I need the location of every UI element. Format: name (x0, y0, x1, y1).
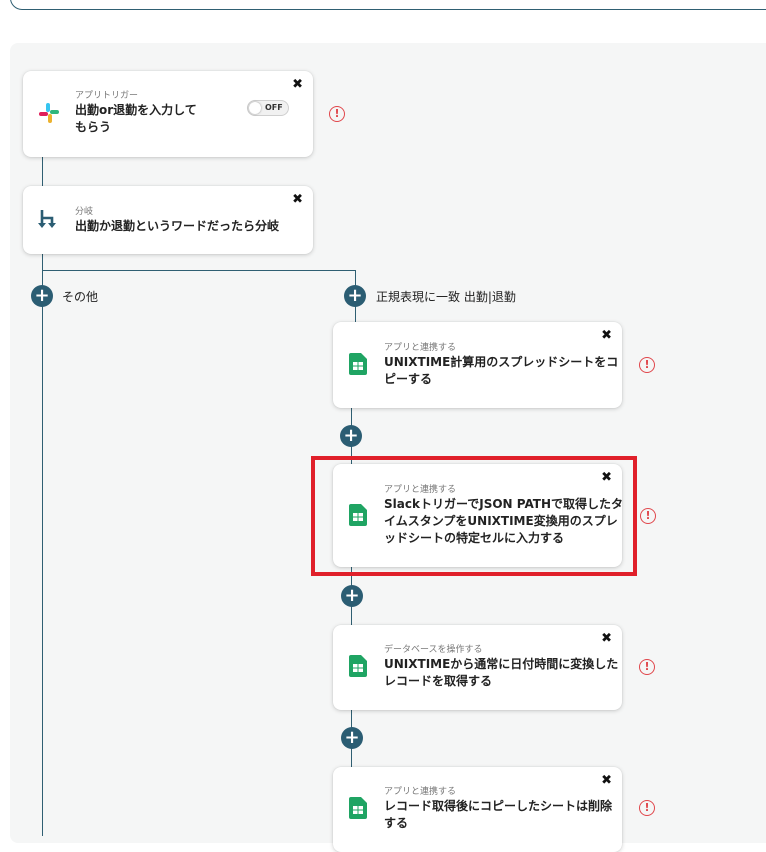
trigger-card[interactable]: アプリトリガー 出勤or退勤を入力して もらう OFF ✖ (23, 71, 313, 157)
branch-title: 出勤か退勤というワードだったら分岐 (75, 219, 280, 233)
branch-kind-label: 分岐 (75, 207, 94, 217)
highlight-box (311, 456, 637, 576)
close-icon[interactable]: ✖ (601, 632, 612, 645)
step-card-4[interactable]: アプリと連携する レコード取得後にコピーしたシートは削除 する ✖ (333, 767, 622, 852)
step-title: レコード取得後にコピーしたシートは削除 する (384, 799, 613, 830)
step-kind-label: アプリと連携する (384, 343, 457, 353)
trigger-title: 出勤or退勤を入力して もらう (75, 103, 197, 134)
top-panel-edge (10, 0, 766, 10)
step-title: UNIXTIME計算用のスプレッドシートをコ ピーする (384, 355, 619, 386)
toggle-knob (249, 102, 261, 114)
close-icon[interactable]: ✖ (601, 329, 612, 342)
step-title: UNIXTIMEから通常に日付時間に変換した レコードを取得する (384, 657, 619, 688)
step-kind-label: データベースを操作する (384, 645, 483, 655)
warning-icon[interactable]: ! (639, 800, 655, 816)
add-step-match-button[interactable]: + (344, 285, 366, 307)
warning-icon[interactable]: ! (639, 357, 655, 373)
google-sheets-icon (349, 797, 367, 823)
add-step-other-button[interactable]: + (31, 285, 53, 307)
branch-icon (37, 208, 59, 234)
trigger-kind-label: アプリトリガー (75, 91, 139, 101)
close-icon[interactable]: ✖ (601, 774, 612, 787)
slack-icon (37, 101, 61, 129)
branch-card[interactable]: 分岐 出勤か退勤というワードだったら分岐 ✖ (23, 186, 313, 254)
branch-path-other-label: その他 (62, 290, 99, 304)
add-step-button[interactable]: + (341, 585, 363, 607)
close-icon[interactable]: ✖ (292, 193, 303, 206)
add-step-button[interactable]: + (341, 727, 363, 749)
step-card-1[interactable]: アプリと連携する UNIXTIME計算用のスプレッドシートをコ ピーする ✖ (333, 322, 622, 408)
connector-main (42, 156, 43, 836)
close-icon[interactable]: ✖ (292, 78, 303, 91)
flow-canvas (10, 43, 766, 843)
warning-icon[interactable]: ! (329, 106, 345, 122)
branch-path-match-label: 正規表現に一致 出勤|退勤 (376, 290, 516, 304)
toggle-label: OFF (265, 103, 283, 112)
connector-branch-split (42, 270, 356, 271)
warning-icon[interactable]: ! (639, 659, 655, 675)
google-sheets-icon (349, 655, 367, 681)
warning-icon[interactable]: ! (640, 508, 656, 524)
add-step-button[interactable]: + (340, 425, 362, 447)
step-card-3[interactable]: データベースを操作する UNIXTIMEから通常に日付時間に変換した レコードを… (333, 625, 622, 710)
trigger-toggle[interactable]: OFF (247, 100, 289, 116)
google-sheets-icon (349, 353, 367, 379)
step-kind-label: アプリと連携する (384, 787, 457, 797)
